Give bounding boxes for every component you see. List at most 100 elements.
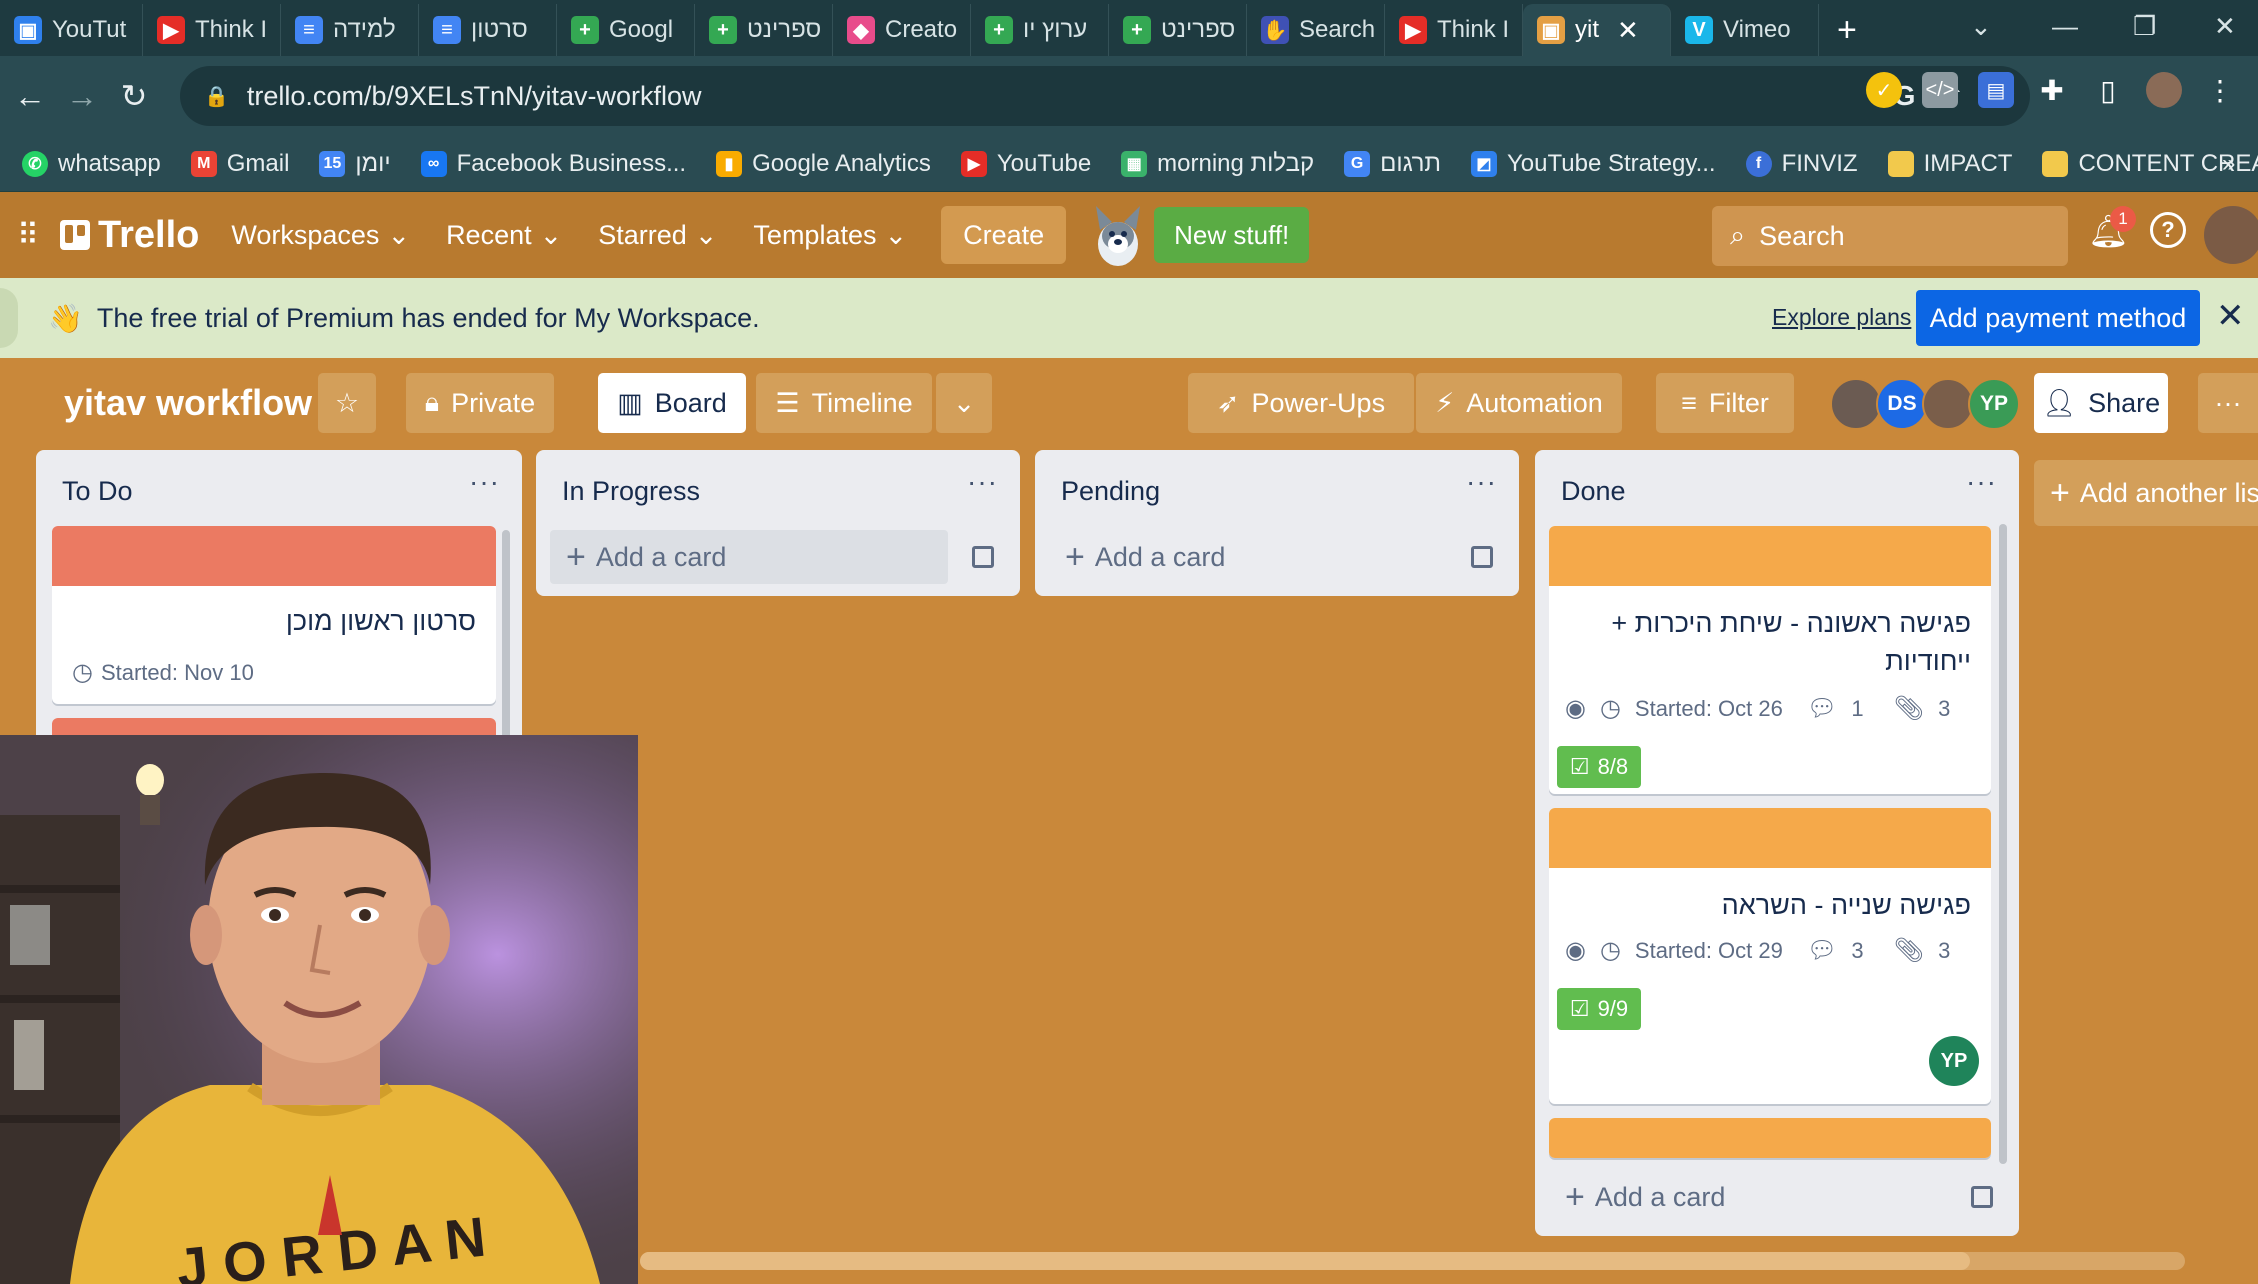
new-stuff-button[interactable]: New stuff!: [1154, 207, 1310, 263]
profile-avatar[interactable]: [2146, 72, 2182, 108]
views-dropdown-button[interactable]: ⌄: [936, 373, 992, 433]
bookmark-item[interactable]: ▶ YouTube: [949, 150, 1103, 178]
star-button[interactable]: ☆: [318, 373, 376, 433]
sidebar-toggle[interactable]: [0, 288, 18, 348]
app-switcher-icon[interactable]: ⠿: [6, 218, 50, 253]
automation-button[interactable]: ⚡︎ Automation: [1416, 373, 1622, 433]
browser-tab[interactable]: ▶ Think I: [1385, 4, 1523, 56]
add-card-button[interactable]: + Add a card: [1049, 530, 1447, 584]
card[interactable]: סרטון ראשון מוכן ◷ Started: Nov 10: [52, 526, 496, 704]
list-menu-icon[interactable]: ···: [967, 466, 998, 498]
browser-tab[interactable]: ✋ Search: [1247, 4, 1385, 56]
browser-tab[interactable]: + ערוץ יו: [971, 4, 1109, 56]
extension-icon[interactable]: ✓: [1866, 72, 1902, 108]
power-ups-button[interactable]: ➶ Power-Ups: [1188, 373, 1414, 433]
timeline-label: Timeline: [811, 387, 913, 418]
bookmark-item[interactable]: M Gmail: [179, 150, 302, 178]
reload-button[interactable]: ↻: [110, 77, 158, 115]
board-scrollbar-thumb[interactable]: [640, 1252, 1970, 1270]
close-tab-icon[interactable]: ✕: [1617, 15, 1639, 46]
taco-mascot-icon[interactable]: [1088, 200, 1148, 270]
tab-search-icon[interactable]: ⌄: [1970, 0, 1992, 52]
member-avatar[interactable]: [2204, 206, 2258, 264]
list-title[interactable]: To Do: [62, 476, 133, 507]
card[interactable]: פגישה שנייה - השראה ◉ ◷ Started: Oct 29 …: [1549, 808, 1991, 1104]
bookmark-item[interactable]: IMPACT: [1876, 150, 2025, 178]
list-menu-icon[interactable]: ···: [469, 466, 500, 498]
bookmark-item[interactable]: f FINVIZ: [1734, 150, 1870, 178]
browser-tab[interactable]: ◆ Creato: [833, 4, 971, 56]
filter-button[interactable]: ≡ Filter: [1656, 373, 1794, 433]
list-menu-icon[interactable]: ···: [1966, 466, 1997, 498]
card-template-icon[interactable]: [1971, 1186, 1993, 1208]
board-title[interactable]: yitav workflow: [64, 382, 312, 424]
minimize-button[interactable]: —: [2052, 0, 2078, 52]
bookmark-item[interactable]: ▦ morning קבלות: [1109, 150, 1326, 178]
sidepanel-icon[interactable]: ▯: [2090, 72, 2126, 108]
starred-menu[interactable]: Starred ⌄: [580, 206, 735, 264]
add-payment-button[interactable]: Add payment method: [1916, 290, 2200, 346]
add-list-button[interactable]: + Add another lis: [2034, 460, 2258, 526]
browser-tab[interactable]: + Googl: [557, 4, 695, 56]
list-title[interactable]: Done: [1561, 476, 1626, 507]
bookmark-item[interactable]: ▮ Google Analytics: [704, 150, 943, 178]
trello-header: ⠿ Trello Workspaces ⌄ Recent ⌄ Starred ⌄ Te…: [0, 192, 2258, 278]
list-title[interactable]: In Progress: [562, 476, 700, 507]
templates-menu[interactable]: Templates ⌄: [735, 206, 925, 264]
bookmark-item[interactable]: G תרגום: [1332, 150, 1453, 178]
new-tab-button[interactable]: +: [1819, 4, 1875, 56]
visibility-button[interactable]: 🔒︎ Private: [406, 373, 554, 433]
bookmark-item[interactable]: 15 יומן: [307, 150, 402, 178]
list-scrollbar[interactable]: [502, 530, 510, 750]
address-bar[interactable]: 🔒 trello.com/b/9XELsTnN/yitav-workflow G…: [180, 66, 2030, 126]
browser-tab[interactable]: V Vimeo: [1671, 4, 1819, 56]
add-card-button[interactable]: + Add a card: [550, 530, 948, 584]
card-template-icon[interactable]: [1471, 546, 1493, 568]
member-avatar[interactable]: DS: [1876, 378, 1928, 430]
close-icon[interactable]: ✕: [2216, 296, 2245, 336]
board-menu-button[interactable]: ···: [2198, 373, 2258, 433]
close-window-button[interactable]: ✕: [2214, 0, 2236, 52]
card-template-icon[interactable]: [972, 546, 994, 568]
list-title[interactable]: Pending: [1061, 476, 1160, 507]
member-avatar[interactable]: YP: [1968, 378, 2020, 430]
recent-menu[interactable]: Recent ⌄: [428, 206, 580, 264]
restore-button[interactable]: ❐: [2133, 0, 2156, 52]
explore-plans-link[interactable]: Explore plans: [1772, 304, 1911, 331]
card[interactable]: פגישה ראשונה - שיחת היכרות + ייחודיות ◉ …: [1549, 526, 1991, 794]
browser-menu-icon[interactable]: ⋮: [2202, 72, 2238, 108]
card-member-avatar[interactable]: YP: [1929, 1036, 1979, 1086]
browser-tab[interactable]: ▣ YouTut: [0, 4, 143, 56]
workspaces-menu[interactable]: Workspaces ⌄: [213, 206, 428, 264]
timeline-view-button[interactable]: ☰ Timeline: [756, 373, 932, 433]
search-input[interactable]: ⌕ Search: [1712, 206, 2068, 266]
meta-icon: ∞: [420, 150, 447, 177]
extension-icon[interactable]: ▤: [1978, 72, 2014, 108]
browser-tab[interactable]: ▶ Think I: [143, 4, 281, 56]
card[interactable]: [1549, 1118, 1991, 1158]
browser-tab[interactable]: + ספרינט: [1109, 4, 1247, 56]
puzzle-icon[interactable]: ✚: [2034, 72, 2070, 108]
board-view-button[interactable]: ▥ Board: [598, 373, 746, 433]
create-button[interactable]: Create: [941, 206, 1067, 264]
bookmark-item[interactable]: ✆ whatsapp: [10, 150, 173, 178]
bookmark-item[interactable]: ∞ Facebook Business...: [409, 150, 698, 178]
forward-button[interactable]: →: [58, 78, 106, 115]
browser-tab-active[interactable]: ▣ yit ✕: [1523, 4, 1671, 56]
list-scrollbar[interactable]: [1999, 524, 2007, 1164]
bookmark-item[interactable]: ◩ YouTube Strategy...: [1459, 150, 1728, 178]
browser-tab[interactable]: ≡ סרטון: [419, 4, 557, 56]
browser-tab[interactable]: + ספרינט: [695, 4, 833, 56]
back-button[interactable]: ←: [6, 78, 54, 115]
member-avatar[interactable]: [1830, 378, 1882, 430]
add-card-button[interactable]: + Add a card: [1549, 1170, 1947, 1224]
sheets-icon: +: [1123, 16, 1151, 44]
more-bookmarks-icon[interactable]: »: [2210, 150, 2247, 178]
share-button[interactable]: 👤︎ Share: [2034, 373, 2168, 433]
help-icon[interactable]: ?: [2150, 212, 2186, 248]
member-avatar[interactable]: [1922, 378, 1974, 430]
browser-tab[interactable]: ≡ למידה: [281, 4, 419, 56]
trello-logo[interactable]: Trello: [60, 214, 199, 257]
extension-icon[interactable]: </>: [1922, 72, 1958, 108]
list-menu-icon[interactable]: ···: [1466, 466, 1497, 498]
